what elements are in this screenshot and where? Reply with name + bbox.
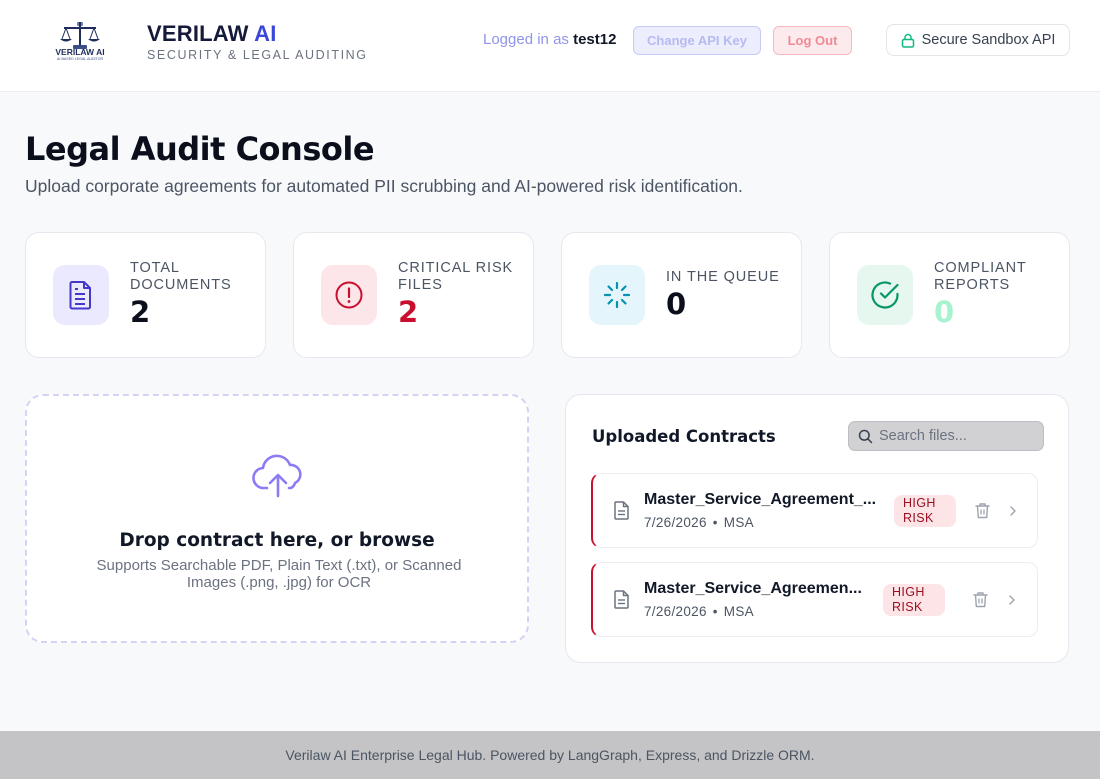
trash-icon[interactable] bbox=[975, 502, 990, 519]
trash-icon[interactable] bbox=[973, 591, 988, 608]
change-api-key-button[interactable]: Change API Key bbox=[633, 26, 761, 55]
alert-circle-icon bbox=[335, 281, 363, 309]
cloud-upload-icon bbox=[252, 454, 302, 498]
uploaded-contracts-panel: Uploaded Contracts Master_Service_Agreem… bbox=[565, 394, 1069, 663]
meta-separator: • bbox=[712, 604, 718, 619]
stat-label: Total Documents bbox=[130, 260, 232, 293]
brand-name: VERILAW bbox=[147, 21, 249, 46]
stat-value: 0 bbox=[934, 295, 955, 329]
stat-value: 0 bbox=[666, 287, 687, 321]
file-icon bbox=[614, 590, 629, 609]
chevron-right-icon[interactable] bbox=[1008, 594, 1016, 606]
stat-card-total-documents: Total Documents 2 bbox=[25, 232, 266, 358]
search-input[interactable] bbox=[879, 422, 1039, 450]
file-type: MSA bbox=[723, 604, 754, 619]
logo-wordmark: VERILAW AI bbox=[55, 47, 105, 57]
stat-card-compliant: Compliant Reports 0 bbox=[829, 232, 1070, 358]
verilaw-logo[interactable]: VERILAW AI AI-BASED LEGAL AUDITOR bbox=[54, 18, 106, 64]
file-name: Master_Service_Agreemen... bbox=[644, 580, 862, 597]
secure-sandbox-button[interactable]: Secure Sandbox API bbox=[886, 24, 1070, 56]
page-footer: Verilaw AI Enterprise Legal Hub. Powered… bbox=[0, 731, 1100, 779]
search-box[interactable] bbox=[848, 421, 1044, 451]
contract-row[interactable]: Master_Service_Agreement_... 7/26/2026 • M… bbox=[591, 473, 1038, 548]
file-name: Master_Service_Agreement_... bbox=[644, 491, 877, 508]
top-header: VERILAW AI AI-BASED LEGAL AUDITOR VERILA… bbox=[0, 0, 1100, 92]
document-icon bbox=[69, 281, 91, 310]
check-circle-icon bbox=[871, 281, 899, 309]
brand-ai: AI bbox=[254, 21, 277, 46]
secure-sandbox-label: Secure Sandbox API bbox=[921, 32, 1056, 48]
stat-icon-wrap bbox=[589, 265, 645, 325]
stat-icon-wrap bbox=[321, 265, 377, 325]
stat-value: 2 bbox=[398, 295, 419, 329]
uploaded-contracts-title: Uploaded Contracts bbox=[592, 427, 776, 446]
stat-card-critical-risk: Critical Risk Files 2 bbox=[293, 232, 534, 358]
footer-text: Verilaw AI Enterprise Legal Hub. Powered… bbox=[285, 747, 815, 763]
logged-in-prefix: Logged in as bbox=[483, 31, 569, 48]
risk-badge: HIGH RISK bbox=[883, 584, 945, 616]
logo-tagline: AI-BASED LEGAL AUDITOR bbox=[56, 57, 104, 61]
stat-label: Critical Risk Files bbox=[398, 260, 514, 293]
stat-value: 2 bbox=[130, 295, 151, 329]
search-icon bbox=[858, 429, 873, 444]
brand-subtitle: SECURITY & LEGAL AUDITING bbox=[147, 48, 368, 62]
dropzone-title: Drop contract here, or browse bbox=[119, 530, 435, 551]
file-type: MSA bbox=[723, 515, 754, 530]
stat-icon-wrap bbox=[857, 265, 913, 325]
dropzone-subtitle: Supports Searchable PDF, Plain Text (.tx… bbox=[96, 557, 462, 591]
contract-row[interactable]: Master_Service_Agreemen... 7/26/2026 • MSA… bbox=[591, 562, 1038, 637]
loader-icon bbox=[603, 281, 631, 309]
stat-label: In the Queue bbox=[666, 269, 780, 285]
username: test12 bbox=[573, 31, 617, 48]
page-subtitle: Upload corporate agreements for automate… bbox=[25, 176, 743, 196]
file-meta: 7/26/2026 • MSA bbox=[644, 604, 754, 619]
file-icon bbox=[614, 501, 629, 520]
stat-label: Compliant Reports bbox=[934, 260, 1027, 293]
file-date: 7/26/2026 bbox=[644, 515, 707, 530]
stat-card-queue: In the Queue 0 bbox=[561, 232, 802, 358]
risk-badge: HIGH RISK bbox=[894, 495, 956, 527]
brand-title: VERILAW AI bbox=[147, 21, 277, 47]
upload-dropzone[interactable]: Drop contract here, or browse Supports S… bbox=[25, 394, 529, 643]
file-date: 7/26/2026 bbox=[644, 604, 707, 619]
logged-in-status: Logged in as test12 bbox=[483, 31, 616, 48]
meta-separator: • bbox=[712, 515, 718, 530]
stat-icon-wrap bbox=[53, 265, 109, 325]
chevron-right-icon[interactable] bbox=[1009, 505, 1017, 517]
file-meta: 7/26/2026 • MSA bbox=[644, 515, 754, 530]
page-title: Legal Audit Console bbox=[25, 130, 375, 168]
logout-button[interactable]: Log Out bbox=[773, 26, 852, 55]
lock-icon bbox=[901, 33, 914, 48]
